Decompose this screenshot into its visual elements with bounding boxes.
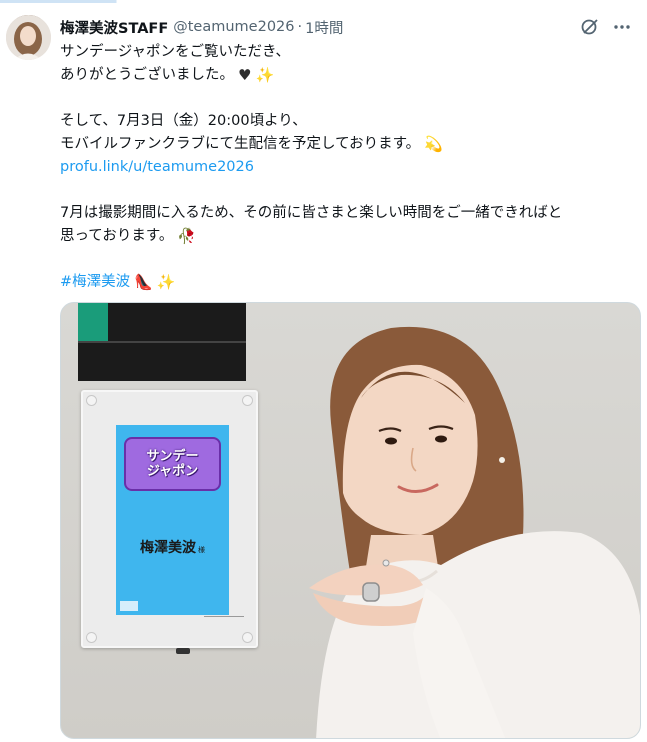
text-line: サンデージャポンをご覧いただき、 bbox=[60, 44, 290, 60]
text-line: モバイルファンクラブにて生配信を予定しております。 💫 bbox=[60, 133, 641, 156]
black-heart-emoji: ♥ bbox=[238, 66, 252, 84]
top-divider bbox=[0, 0, 647, 3]
woman-figure bbox=[309, 326, 640, 738]
text-line: 思っております。 🥀 bbox=[60, 225, 641, 248]
user-handle[interactable]: @teamume2026 bbox=[173, 19, 294, 35]
profile-link[interactable]: profu.link/u/teamume2026 bbox=[60, 156, 254, 179]
tweet-header: 梅澤美波STAFF @teamume2026 · 1時間 bbox=[60, 16, 637, 38]
avatar[interactable] bbox=[6, 15, 51, 60]
display-name[interactable]: 梅澤美波STAFF bbox=[60, 17, 168, 38]
separator-dot: · bbox=[297, 19, 303, 35]
dizzy-star-emoji: 💫 bbox=[424, 135, 443, 153]
text-line: profu.link/u/teamume2026 bbox=[60, 156, 641, 179]
tweet-text: サンデージャポンをご覧いただき、 ありがとうございました。 ♥ ✨ そして、7月… bbox=[60, 41, 641, 294]
text-line: #梅澤美波 👠 ✨ bbox=[60, 271, 641, 294]
sparkles-emoji: ✨ bbox=[255, 66, 275, 84]
text-line: ありがとうございました。 ♥ ✨ bbox=[60, 64, 641, 87]
timestamp[interactable]: 1時間 bbox=[305, 17, 343, 38]
sparkles-emoji: ✨ bbox=[156, 273, 176, 291]
high-heel-emoji: 👠 bbox=[134, 273, 153, 291]
text-line: そして、7月3日（金）20:00頃より、 bbox=[60, 113, 307, 129]
rose-emoji: 🥀 bbox=[177, 227, 197, 245]
tweet-card[interactable]: 梅澤美波STAFF @teamume2026 · 1時間 サンデージャポンをご覧… bbox=[0, 0, 647, 742]
text-line: 7月は撮影期間に入るため、その前に皆さまと楽しい時間をご一緒できればと bbox=[60, 205, 563, 221]
more-icon[interactable] bbox=[611, 16, 633, 38]
grok-icon[interactable] bbox=[579, 16, 601, 38]
hashtag-link[interactable]: #梅澤美波 bbox=[60, 271, 130, 294]
tweet-photo[interactable]: サンデー ジャポン 梅澤美波様 bbox=[60, 302, 641, 739]
